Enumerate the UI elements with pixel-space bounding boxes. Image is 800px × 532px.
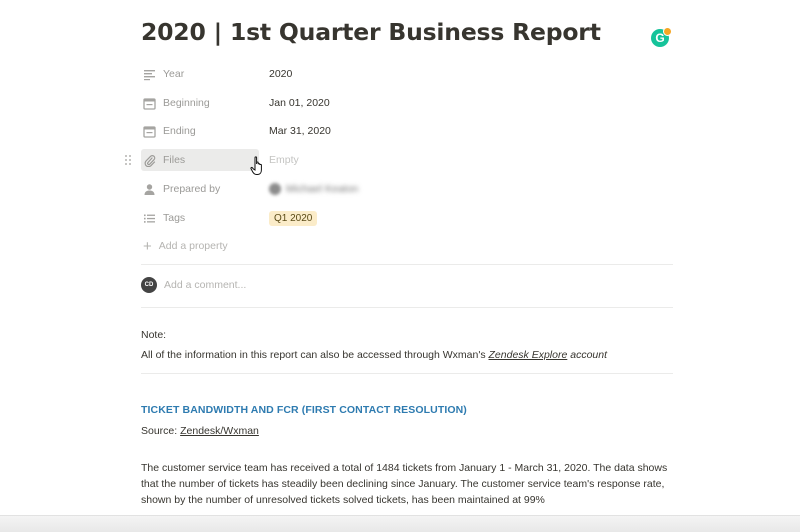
property-row-ending: Ending Mar 31, 2020 bbox=[141, 120, 673, 142]
property-value-ending[interactable]: Mar 31, 2020 bbox=[269, 120, 331, 142]
zendesk-explore-link[interactable]: Zendesk Explore bbox=[489, 349, 568, 361]
property-label-files[interactable]: Files bbox=[141, 149, 259, 171]
bottom-bar bbox=[0, 515, 800, 532]
property-value-prepared-by[interactable]: Michael Keaton bbox=[269, 178, 358, 200]
hand-pointer-cursor-icon bbox=[250, 156, 262, 175]
avatar: CD bbox=[141, 277, 157, 293]
property-label-year[interactable]: Year bbox=[141, 63, 259, 85]
property-label-beginning[interactable]: Beginning bbox=[141, 92, 259, 114]
note-label: Note: bbox=[141, 329, 167, 341]
property-value-files[interactable]: Empty bbox=[269, 149, 299, 171]
divider bbox=[141, 373, 673, 374]
property-label-tags[interactable]: Tags bbox=[141, 207, 259, 229]
property-label-text: Tags bbox=[163, 212, 186, 224]
paragraph: The customer service team has received a… bbox=[141, 462, 668, 506]
property-row-files: Files Empty bbox=[125, 149, 673, 171]
notification-dot bbox=[663, 27, 672, 36]
source-line: Source: Zendesk/Wxman bbox=[141, 425, 259, 437]
property-label-prepared-by[interactable]: Prepared by bbox=[141, 178, 259, 200]
note-text: All of the information in this report ca… bbox=[141, 349, 608, 361]
comment-input[interactable]: CD Add a comment... bbox=[141, 275, 246, 295]
add-property-label: Add a property bbox=[158, 240, 228, 252]
avatar bbox=[269, 183, 281, 195]
divider bbox=[141, 307, 673, 308]
source-link[interactable]: Zendesk/Wxman bbox=[180, 425, 259, 437]
person-icon bbox=[143, 183, 156, 196]
property-label-ending[interactable]: Ending bbox=[141, 120, 259, 142]
property-label-text: Files bbox=[163, 154, 186, 166]
calendar-icon bbox=[143, 125, 156, 138]
property-value-beginning[interactable]: Jan 01, 2020 bbox=[269, 92, 330, 114]
paperclip-icon bbox=[143, 154, 156, 167]
list-icon bbox=[143, 212, 156, 225]
property-label-text: Beginning bbox=[163, 97, 210, 109]
page-title[interactable]: 2020 | 1st Quarter Business Report bbox=[141, 18, 601, 46]
plus-icon: + bbox=[143, 237, 152, 255]
property-row-prepared-by: Prepared by Michael Keaton bbox=[141, 178, 673, 200]
tag-chip[interactable]: Q1 2020 bbox=[269, 210, 318, 226]
property-value-tags[interactable]: Q1 2020 bbox=[269, 207, 318, 229]
property-label-text: Prepared by bbox=[163, 183, 221, 195]
grammarly-icon[interactable]: G bbox=[651, 27, 673, 49]
drag-handle-icon[interactable] bbox=[124, 154, 132, 166]
add-property-button[interactable]: + Add a property bbox=[141, 236, 228, 256]
property-label-text: Year bbox=[163, 68, 185, 80]
property-value-year[interactable]: 2020 bbox=[269, 63, 292, 85]
calendar-icon bbox=[143, 97, 156, 110]
divider bbox=[141, 264, 673, 265]
page: 2020 | 1st Quarter Business Report G Yea… bbox=[0, 0, 800, 532]
property-row-year: Year 2020 bbox=[141, 63, 673, 85]
comment-placeholder: Add a comment... bbox=[164, 279, 247, 291]
property-label-text: Ending bbox=[163, 125, 196, 137]
property-row-tags: Tags Q1 2020 bbox=[141, 207, 673, 229]
property-row-beginning: Beginning Jan 01, 2020 bbox=[141, 92, 673, 114]
section-heading: TICKET BANDWIDTH AND FCR (FIRST CONTACT … bbox=[141, 404, 467, 416]
person-name: Michael Keaton bbox=[286, 183, 359, 195]
text-lines-icon bbox=[143, 68, 156, 81]
